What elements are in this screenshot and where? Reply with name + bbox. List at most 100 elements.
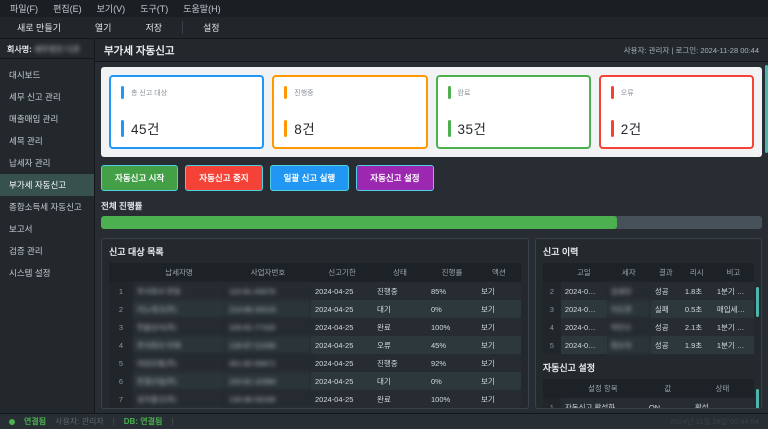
note: 1분기 …: [713, 282, 754, 300]
menu-view[interactable]: 보기(V): [97, 2, 126, 15]
stat-tick: [611, 120, 614, 137]
row-number: 5: [109, 354, 133, 372]
history-row[interactable]: 3 2024-0… 이도현 실패 0.5초 매입세…: [543, 300, 754, 318]
report-row[interactable]: 3 한울상사(주) 105-81-77432 2024-04-25 완료 100…: [109, 318, 521, 336]
sidebar: 회사명: 세무법인 다온 대시보드 세무 신고 관리 매출매입 관리 세목 관리…: [0, 39, 95, 413]
status: 진행중: [373, 282, 427, 300]
status-bar: 연결됨 사용자: 관리자 | DB: 연결됨 | 2024년 11월 28일 0…: [0, 413, 768, 429]
stat-card-in-progress: 진행중 8건: [272, 75, 427, 149]
view-action[interactable]: 보기: [477, 300, 521, 318]
sidebar-item-tax-report-mgmt[interactable]: 세무 신고 관리: [0, 86, 94, 108]
history-row[interactable]: 2 2024-0… 김세진 성공 1.8초 1분기 …: [543, 282, 754, 300]
open-button[interactable]: 열기: [78, 17, 129, 38]
taxpayer-name: 주식회사 한빛: [133, 282, 225, 300]
menu-tools[interactable]: 도구(T): [140, 2, 168, 15]
actions-row: 자동신고 시작 자동신고 중지 일괄 신고 실행 자동신고 설정: [101, 165, 762, 191]
company-label: 회사명:: [7, 45, 32, 54]
start-auto-report-button[interactable]: 자동신고 시작: [101, 165, 178, 191]
stat-value: 35건: [458, 118, 487, 138]
sidebar-item-dashboard[interactable]: 대시보드: [0, 64, 94, 86]
taxpayer-name: 이노테크(주): [133, 300, 225, 318]
stat-tick: [121, 120, 124, 137]
stat-value: 45건: [131, 118, 160, 138]
report-row[interactable]: 6 한결산업(주) 220-81-10384 2024-04-25 대기 0% …: [109, 372, 521, 390]
setting-state: 활성: [691, 398, 754, 409]
menu-file[interactable]: 파일(F): [10, 2, 38, 15]
sidebar-item-taxpayer-mgmt[interactable]: 납세자 관리: [0, 152, 94, 174]
col-row-number: [109, 263, 133, 282]
stat-value: 8건: [294, 118, 315, 138]
view-action[interactable]: 보기: [477, 336, 521, 354]
row-number: 1: [109, 282, 133, 300]
sidebar-item-vat-auto-report[interactable]: 부가세 자동신고: [0, 174, 94, 196]
col-value: 값: [645, 379, 691, 398]
setting-row[interactable]: 1 자동신고 활성화 ON 활성: [543, 398, 754, 409]
stats-panel: 총 신고 대상 45건 진행중: [101, 67, 762, 157]
history-row[interactable]: 4 2024-0… 박민수 성공 2.1초 1분기 …: [543, 318, 754, 336]
history-row[interactable]: 5 2024-0… 최수아 성공 1.9초 1분기 …: [543, 336, 754, 354]
col-progress: 진행률: [427, 263, 477, 282]
progress: 45%: [427, 336, 477, 354]
business-number: 110-81-45678: [225, 282, 311, 300]
row-number: 2: [109, 300, 133, 318]
stat-tick: [448, 120, 451, 137]
report-date: 2024-0…: [561, 318, 607, 336]
menu-help[interactable]: 도움말(H): [183, 2, 220, 15]
view-action[interactable]: 보기: [477, 282, 521, 300]
col-action: 액션: [477, 263, 521, 282]
auto-report-settings-button[interactable]: 자동신고 설정: [356, 165, 433, 191]
view-action[interactable]: 보기: [477, 408, 521, 409]
col-row-number: [543, 379, 561, 398]
stat-label: 오류: [621, 88, 634, 98]
save-button[interactable]: 저장: [128, 17, 179, 38]
batch-report-button[interactable]: 일괄 신고 실행: [270, 165, 350, 191]
report-row[interactable]: 2 이노테크(주) 214-86-33219 2024-04-25 대기 0% …: [109, 300, 521, 318]
stat-card-completed: 완료 35건: [436, 75, 591, 149]
row-number: 3: [543, 300, 561, 318]
stat-label: 진행중: [294, 88, 313, 98]
stop-auto-report-button[interactable]: 자동신고 중지: [185, 165, 262, 191]
new-button[interactable]: 새로 만들기: [0, 17, 78, 38]
due-date: 2024-04-25: [311, 336, 373, 354]
business-number: 128-87-21056: [225, 336, 311, 354]
report-date: 2024-0…: [561, 300, 607, 318]
progress: 0%: [427, 372, 477, 390]
stat-tick: [121, 86, 124, 99]
stat-tick: [284, 120, 287, 137]
settings-button[interactable]: 설정: [186, 17, 237, 38]
status-separator: |: [113, 417, 115, 426]
report-row[interactable]: 5 대성유통(주) 301-82-99871 2024-04-25 진행중 92…: [109, 354, 521, 372]
company-info: 회사명: 세무법인 다온: [0, 39, 94, 59]
view-action[interactable]: 보기: [477, 390, 521, 408]
history-title: 신고 이력: [543, 245, 754, 258]
stat-value: 2건: [621, 118, 642, 138]
sidebar-item-reports[interactable]: 보고서: [0, 218, 94, 240]
status: 대기: [373, 372, 427, 390]
duration: 0.5초: [681, 300, 713, 318]
sidebar-item-system-settings[interactable]: 시스템 설정: [0, 262, 94, 284]
due-date: 2024-04-25: [311, 408, 373, 409]
settings-scrollbar[interactable]: [756, 389, 759, 409]
view-action[interactable]: 보기: [477, 318, 521, 336]
view-action[interactable]: 보기: [477, 354, 521, 372]
sidebar-item-tax-item-mgmt[interactable]: 세목 관리: [0, 130, 94, 152]
sidebar-item-income-tax-auto-report[interactable]: 종합소득세 자동신고: [0, 196, 94, 218]
view-action[interactable]: 보기: [477, 372, 521, 390]
progress: 78%: [427, 408, 477, 409]
report-row[interactable]: 4 주식회사 미래 128-87-21056 2024-04-25 오류 45%…: [109, 336, 521, 354]
report-row[interactable]: 7 성우물산(주) 135-86-55290 2024-04-25 완료 100…: [109, 390, 521, 408]
app-window: 파일(F) 편집(E) 보기(V) 도구(T) 도움말(H) 새로 만들기 열기…: [0, 0, 768, 429]
overall-progress-label: 전체 진행률: [101, 200, 762, 212]
taxpayer-name: 성우물산(주): [133, 390, 225, 408]
sidebar-item-validation-mgmt[interactable]: 검증 관리: [0, 240, 94, 262]
report-row[interactable]: 1 주식회사 한빛 110-81-45678 2024-04-25 진행중 85…: [109, 282, 521, 300]
business-number: 135-86-55290: [225, 390, 311, 408]
menu-edit[interactable]: 편집(E): [53, 2, 82, 15]
stat-label: 완료: [458, 88, 471, 98]
row-number: 5: [543, 336, 561, 354]
sidebar-item-sales-purchase-mgmt[interactable]: 매출매입 관리: [0, 108, 94, 130]
col-row-number: [543, 263, 561, 282]
col-state: 상태: [691, 379, 754, 398]
report-row[interactable]: 8 태영건설(주) 402-81-66173 2024-04-25 진행중 78…: [109, 408, 521, 409]
history-scrollbar[interactable]: [756, 287, 759, 317]
